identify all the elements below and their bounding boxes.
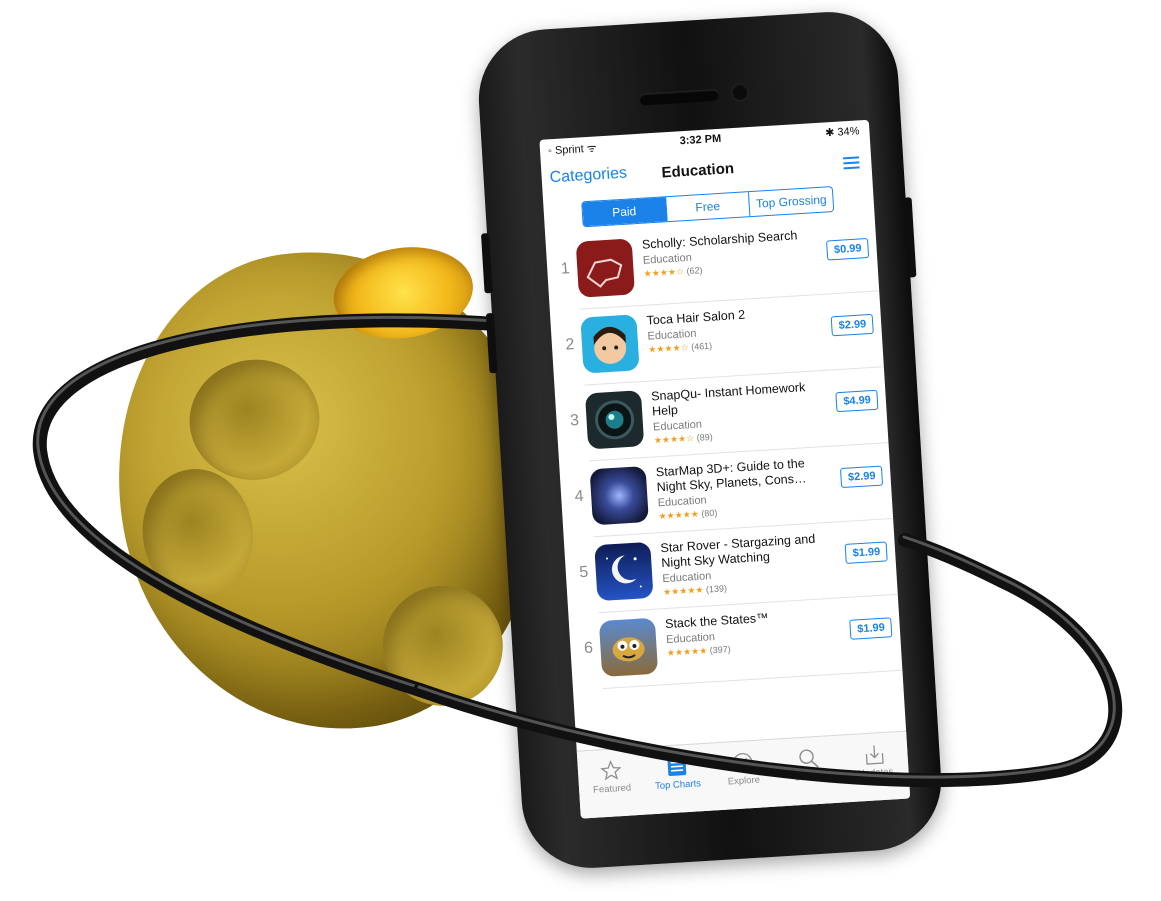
scholly-icon: [575, 238, 635, 298]
page-title: Education: [661, 160, 735, 182]
battery-indicator: ✱ 34%: [824, 125, 860, 140]
segment-paid[interactable]: Paid: [582, 197, 668, 227]
app-list: 1 Scholly: Scholarship Search Education …: [545, 215, 903, 691]
starmap-galaxy-icon: [589, 465, 649, 526]
crater: [375, 578, 511, 714]
clock: 3:32 PM: [679, 132, 722, 148]
scene: ◦ Sprint ᯤ 3:32 PM ✱ 34% Categories Educ…: [0, 0, 1161, 901]
stack-the-states-icon: [598, 617, 659, 678]
star-icon: [600, 759, 622, 781]
snapqu-camera-icon: [584, 390, 645, 450]
carrier-label: ◦ Sprint ᯤ: [547, 142, 598, 158]
toca-hair-icon: [580, 314, 640, 374]
tab-featured[interactable]: Featured: [577, 748, 647, 819]
tab-search[interactable]: Search: [774, 736, 844, 808]
rank-number: 4: [574, 487, 585, 506]
price-button[interactable]: $1.99: [849, 617, 893, 640]
price-button[interactable]: $2.99: [840, 465, 884, 489]
price-button[interactable]: $1.99: [845, 541, 888, 564]
tab-top-charts[interactable]: Top Charts: [643, 744, 713, 816]
phone-device: ◦ Sprint ᯤ 3:32 PM ✱ 34% Categories Educ…: [474, 7, 946, 873]
list-icon: [667, 757, 687, 777]
tab-updates[interactable]: Updates: [840, 732, 910, 804]
price-button[interactable]: $0.99: [826, 237, 870, 261]
list-icon[interactable]: [842, 156, 860, 170]
search-icon: [799, 749, 819, 768]
rank-number: 6: [583, 639, 594, 658]
price-button[interactable]: $4.99: [835, 389, 879, 413]
download-tray-icon: [865, 745, 884, 765]
segment-top-grossing[interactable]: Top Grossing: [749, 187, 833, 216]
rank-number: 3: [569, 411, 580, 430]
rank-number: 5: [578, 563, 589, 582]
categories-back-button[interactable]: Categories: [549, 165, 627, 188]
rank-number: 1: [560, 260, 571, 278]
crater: [181, 351, 328, 489]
segment-free[interactable]: Free: [665, 192, 751, 222]
tab-explore[interactable]: Explore: [709, 740, 779, 812]
star-rover-moon-icon: [594, 541, 654, 602]
app-store-screen: ◦ Sprint ᯤ 3:32 PM ✱ 34% Categories Educ…: [539, 119, 911, 819]
price-button[interactable]: $2.99: [831, 313, 874, 337]
compass-icon: [733, 752, 753, 773]
crater: [134, 461, 262, 606]
rank-number: 2: [564, 336, 575, 354]
glowing-crater: [327, 238, 479, 348]
